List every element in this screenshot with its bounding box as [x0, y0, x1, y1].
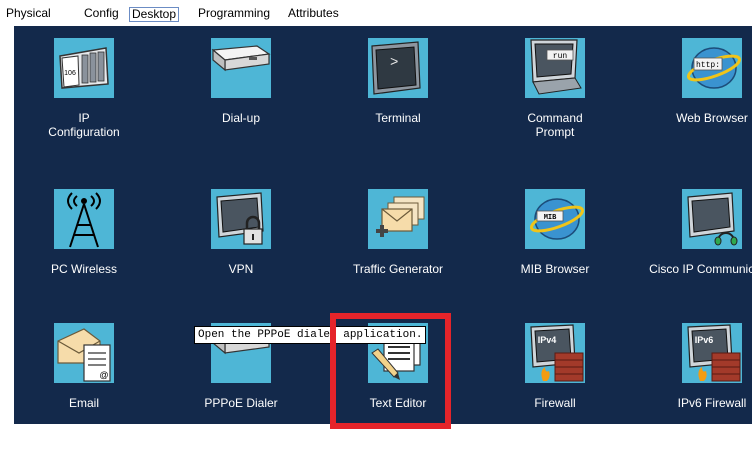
app-label: IP Configuration	[14, 111, 154, 139]
tab-desktop[interactable]: Desktop	[129, 7, 180, 22]
app-pc-wireless[interactable]: PC Wireless	[14, 177, 154, 297]
tab-bar: Physical Config Desktop Programming Attr…	[0, 0, 752, 26]
app-label: Terminal	[375, 111, 421, 125]
app-dial-up[interactable]: Dial-up	[171, 26, 311, 146]
app-mib-browser[interactable]: MIB MIB Browser	[485, 177, 625, 297]
app-label-line: Command Prompt	[527, 111, 583, 139]
highlight-box	[330, 313, 451, 429]
web-browser-screen-text: http:	[696, 61, 720, 70]
web-browser-icon: http:	[682, 38, 742, 98]
app-command-prompt[interactable]: run Command Prompt	[485, 26, 625, 146]
tab-physical[interactable]: Physical	[6, 6, 51, 20]
vpn-lock-icon	[211, 189, 271, 249]
app-label: Traffic Generator	[352, 262, 444, 276]
mib-browser-icon: MIB	[525, 189, 585, 249]
firewall-icon: IPv4	[525, 323, 585, 383]
mib-browser-screen-text: MIB	[544, 214, 557, 222]
app-label: VPN	[228, 262, 254, 276]
app-label: MIB Browser	[520, 262, 590, 276]
firewall-screen-text: IPv4	[538, 335, 557, 345]
dial-up-icon	[211, 38, 271, 98]
email-icon: @	[54, 323, 114, 383]
app-label: IPv6 Firewall	[677, 396, 747, 410]
traffic-generator-icon	[368, 189, 428, 249]
app-label-line: IP Configuration	[48, 111, 120, 139]
app-label: Dial-up	[221, 111, 260, 125]
command-prompt-icon: run	[525, 38, 585, 98]
tab-programming[interactable]: Programming	[198, 6, 270, 20]
app-label: Command Prompt	[485, 111, 625, 139]
tab-config[interactable]: Config	[84, 6, 119, 20]
email-at-symbol: @	[99, 370, 108, 380]
app-label: Email	[68, 396, 99, 410]
app-terminal[interactable]: > Terminal	[328, 26, 468, 146]
app-firewall[interactable]: IPv4 Firewall	[485, 311, 625, 424]
tab-attributes[interactable]: Attributes	[288, 6, 339, 20]
ipv6-firewall-icon: IPv6	[682, 323, 742, 383]
ip-configuration-screen-text: 106	[64, 70, 76, 77]
app-label: Cisco IP Communicator	[649, 262, 752, 276]
ipv6-firewall-screen-text: IPv6	[695, 335, 714, 345]
app-label: Firewall	[534, 396, 576, 410]
terminal-icon: >	[368, 38, 428, 98]
app-email[interactable]: @ Email	[14, 311, 154, 424]
terminal-prompt-text: >	[390, 55, 398, 71]
app-ip-configuration[interactable]: 106 IP Configuration	[14, 26, 154, 146]
app-label: Web Browser	[676, 111, 748, 125]
app-traffic-generator[interactable]: Traffic Generator	[328, 177, 468, 297]
command-prompt-screen-text: run	[553, 52, 568, 61]
app-web-browser[interactable]: http: Web Browser	[642, 26, 752, 146]
app-cisco-ip-communicator[interactable]: Cisco IP Communicator	[642, 177, 752, 297]
ip-configuration-icon: 106	[54, 38, 114, 98]
pc-wireless-icon	[54, 189, 114, 249]
app-ipv6-firewall[interactable]: IPv6 IPv6 Firewall	[642, 311, 752, 424]
app-label: PC Wireless	[50, 262, 117, 276]
app-vpn[interactable]: VPN	[171, 177, 311, 297]
app-label: PPPoE Dialer	[204, 396, 278, 410]
ip-communicator-icon	[682, 189, 742, 249]
